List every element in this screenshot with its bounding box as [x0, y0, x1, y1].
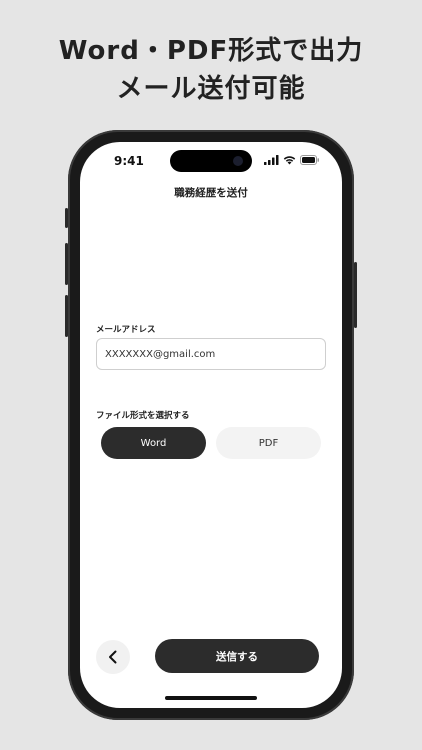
phone-volume-up — [65, 243, 68, 285]
home-indicator[interactable] — [165, 696, 257, 700]
headline-line-2: メール送付可能 — [116, 74, 306, 104]
headline-line-1: Word・PDF形式で出力 — [58, 36, 364, 66]
screen-title: 職務経歴を送付 — [174, 187, 248, 199]
send-button[interactable]: 送信する — [155, 639, 319, 673]
phone-volume-down — [65, 295, 68, 337]
phone-mute-switch — [65, 208, 68, 228]
dynamic-island — [170, 150, 252, 172]
promo-headline: Word・PDF形式で出力 メール送付可能 — [0, 32, 422, 108]
format-pdf-button[interactable]: PDF — [216, 427, 321, 459]
email-value: XXXXXXX@gmail.com — [105, 348, 216, 360]
status-icons — [264, 155, 320, 165]
back-button[interactable] — [96, 640, 130, 674]
email-label: メールアドレス — [96, 325, 156, 335]
cellular-signal-icon — [264, 155, 279, 165]
wifi-icon — [283, 156, 296, 165]
email-field[interactable]: XXXXXXX@gmail.com — [96, 338, 326, 370]
phone-power-button — [354, 262, 357, 328]
front-camera — [233, 156, 243, 166]
status-time: 9:41 — [114, 154, 144, 168]
chevron-left-icon — [109, 650, 117, 664]
format-word-label: Word — [140, 437, 167, 449]
format-label: ファイル形式を選択する — [96, 411, 190, 421]
phone-screen: 9:41 職務経歴を送付 メールアドレス XXXXXXX@gmail.com フ… — [80, 142, 342, 708]
format-word-button[interactable]: Word — [101, 427, 206, 459]
format-pdf-label: PDF — [258, 437, 279, 449]
send-button-label: 送信する — [216, 650, 258, 663]
battery-icon — [300, 155, 319, 165]
